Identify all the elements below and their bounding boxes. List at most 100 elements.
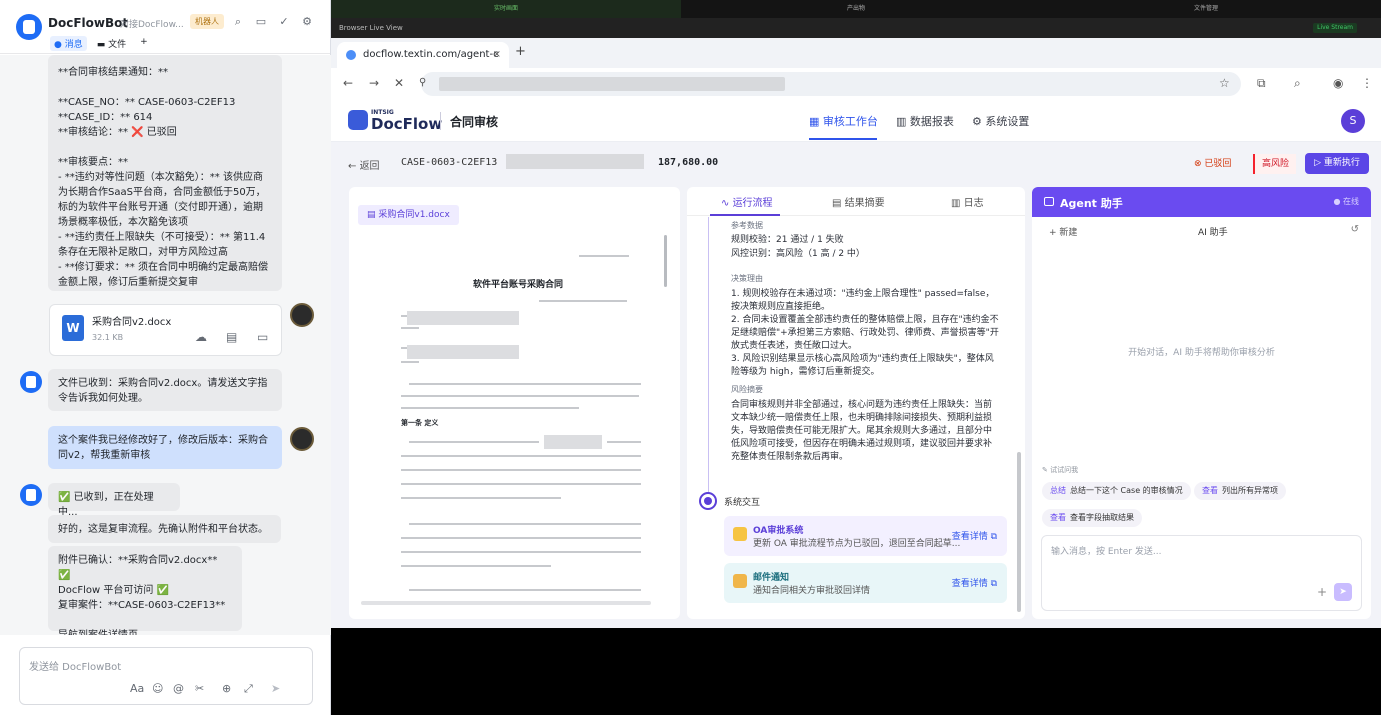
chat-panel: DocFlowBot 对接DocFlow... 机器人 ⌕ ▭ ✓ ⚙ ● 消息…	[0, 0, 331, 715]
close-tab-icon[interactable]: ×	[493, 42, 501, 68]
tab-live-view[interactable]: 实时画面	[331, 0, 681, 18]
doc-line	[401, 455, 641, 457]
chat-header: DocFlowBot 对接DocFlow... 机器人 ⌕ ▭ ✓ ⚙ ● 消息…	[0, 0, 330, 54]
menu-icon[interactable]: ⋮	[1361, 76, 1373, 90]
tab-logs[interactable]: ▥ 日志	[951, 194, 984, 209]
live-stream-panel: 实时画面 产出物 文件管理 Browser Live View Live Str…	[331, 0, 1381, 715]
suggestion-chip[interactable]: 查看 列出所有异常项	[1194, 482, 1286, 500]
new-tab-icon[interactable]: +	[515, 44, 526, 59]
mail-detail-link[interactable]: 查看详情 ⧉	[952, 576, 997, 589]
rerun-button[interactable]: ▷ 重新执行	[1305, 153, 1369, 174]
word-file-icon: W	[62, 315, 84, 341]
compose-box[interactable]: 发送给 DocFlowBot Aa ☺ @ ✂ ⊕ ⤢ ➤	[19, 647, 313, 705]
emoji-icon[interactable]: ☺	[152, 682, 163, 695]
add-circle-icon[interactable]: ⊕	[222, 682, 231, 695]
tab-artifacts[interactable]: 产出物	[681, 0, 1031, 18]
tab-messages[interactable]: ● 消息	[50, 36, 87, 51]
document-page: 软件平台账号采购合同 第一条 定义	[379, 239, 657, 609]
site-info-icon[interactable]: ⚲	[419, 77, 426, 88]
bot-badge: 机器人	[190, 14, 224, 29]
stop-icon[interactable]: ✕	[394, 76, 404, 90]
message-bubble: 这个案件我已经修改好了，修改后版本：采购合同v2，帮我重新审核	[48, 426, 282, 469]
add-icon[interactable]: +	[1317, 583, 1327, 601]
try-asking-text: 试试问我	[1050, 466, 1079, 474]
vertical-scrollbar[interactable]	[664, 235, 667, 287]
redacted-block	[407, 345, 519, 359]
browser-tab-title: docflow.textin.com/agent-c	[363, 49, 499, 60]
nav-active-underline	[809, 138, 877, 140]
tab-files-label: 文件	[108, 40, 127, 50]
mail-notify-card[interactable]: 邮件通知 通知合同相关方审批驳回详情 查看详情 ⧉	[724, 563, 1007, 603]
agent-input[interactable]: 输入消息，按 Enter 发送... + ➤	[1041, 535, 1362, 611]
cloud-upload-icon[interactable]: ☁	[195, 330, 207, 344]
user-avatar[interactable]: S	[1341, 109, 1365, 133]
history-icon[interactable]: ↺	[1351, 224, 1359, 235]
send-icon[interactable]: ➤	[1334, 583, 1352, 601]
message-bubble: 好的，这是复审流程。先确认附件和平台状态。	[48, 515, 281, 543]
tab-active-underline	[710, 214, 780, 216]
suggestion-chip[interactable]: 查看 查看字段抽取结果	[1042, 509, 1142, 527]
tab-file-manager[interactable]: 文件管理	[1031, 0, 1381, 18]
browser-tab[interactable]: docflow.textin.com/agent-c ×	[337, 42, 509, 68]
document-chip[interactable]: ▤ 采购合同v1.docx	[358, 205, 459, 225]
tab-search-icon[interactable]: ⌕	[1294, 76, 1301, 91]
file-card[interactable]: W 采购合同v2.docx 32.1 KB ☁ ▤ ▭	[49, 304, 282, 356]
horizontal-scrollbar[interactable]	[361, 601, 651, 605]
chip-tag: 总结	[1050, 486, 1066, 495]
doc-line	[401, 537, 641, 539]
document-icon[interactable]: ▤	[226, 330, 237, 344]
nav-workbench[interactable]: ▦ 审核工作台	[809, 113, 878, 129]
folder-icon[interactable]: ▭	[257, 330, 268, 344]
doc-line	[401, 565, 551, 567]
chip-tag: 查看	[1202, 486, 1218, 495]
tab-result-summary[interactable]: ▤ 结果摘要	[832, 194, 885, 209]
star-icon[interactable]: ☆	[1219, 76, 1230, 90]
tab-result-summary-label: 结果摘要	[844, 198, 885, 209]
document-section: 第一条 定义	[401, 419, 439, 427]
address-bar[interactable]: ⚲	[419, 72, 1241, 96]
add-tab-icon[interactable]: +	[136, 36, 152, 51]
vertical-scrollbar[interactable]	[1017, 452, 1021, 612]
suggestion-chip[interactable]: 总结 总结一下这个 Case 的审核情况	[1042, 482, 1191, 500]
screen-share-icon[interactable]: ▭	[254, 15, 268, 29]
bot-avatar	[20, 371, 42, 393]
back-arrow-icon[interactable]: ←	[343, 76, 353, 90]
gear-icon[interactable]: ⚙	[300, 15, 314, 29]
chat-tabs: ● 消息 ▬ 文件 +	[50, 36, 152, 51]
nav-settings[interactable]: ⚙ 系统设置	[972, 113, 1029, 129]
redacted-block	[407, 311, 519, 325]
expand-icon[interactable]: ⤢	[244, 682, 253, 696]
oa-detail-link[interactable]: 查看详情 ⧉	[952, 529, 997, 542]
doc-line	[401, 469, 641, 471]
chip-tag: 查看	[1050, 513, 1066, 522]
agent-header: Agent 助手 ● 在线	[1032, 187, 1371, 217]
scissors-icon[interactable]: ✂	[195, 682, 204, 695]
doc-line	[401, 407, 579, 409]
back-link[interactable]: ← 返回	[348, 157, 380, 172]
rule-check-result: 规则校验：21 通过 / 1 失败	[731, 235, 844, 245]
decision-text: 1. 规则校验存在未通过项："违约金上限合理性" passed=false，按决…	[731, 289, 999, 377]
doc-line	[401, 327, 419, 329]
mention-icon[interactable]: @	[173, 682, 184, 695]
doc-line	[579, 255, 629, 257]
bot-name: DocFlowBot	[48, 16, 129, 30]
check-icon[interactable]: ✓	[277, 15, 291, 29]
tab-run-flow[interactable]: ∿ 运行流程	[721, 194, 773, 209]
url-row: ← → ✕ ⚲ ☆ ⧉ ⌕ ◉ ⋮	[331, 68, 1381, 100]
url-redacted	[439, 77, 785, 91]
search-icon[interactable]: ⌕	[231, 15, 245, 29]
nav-reports[interactable]: ▥ 数据报表	[896, 113, 954, 129]
new-chat-button[interactable]: + 新建	[1049, 225, 1077, 238]
send-icon[interactable]: ➤	[271, 682, 280, 695]
font-format-icon[interactable]: Aa	[130, 682, 144, 695]
tab-files[interactable]: ▬ 文件	[93, 36, 130, 51]
oa-system-card[interactable]: OA审批系统 更新 OA 审批流程节点为已驳回，退回至合同起草... 查看详情 …	[724, 516, 1007, 556]
forward-arrow-icon[interactable]: →	[369, 76, 379, 90]
oa-title: OA审批系统	[753, 526, 804, 536]
message-bubble: **合同审核结果通知：** **CASE_NO：** CASE-0603-C2E…	[48, 55, 282, 291]
extension-icon[interactable]: ⧉	[1257, 76, 1266, 91]
pen-icon	[733, 527, 747, 541]
profile-icon[interactable]: ◉	[1333, 76, 1343, 90]
message-bubble: 附件已确认：**采购合同v2.docx** ✅ DocFlow 平台可访问 ✅ …	[48, 546, 242, 635]
flow-panel: ∿ 运行流程 ▤ 结果摘要 ▥ 日志 参考数据 规则校验：21 通过 / 1 失…	[687, 187, 1025, 619]
